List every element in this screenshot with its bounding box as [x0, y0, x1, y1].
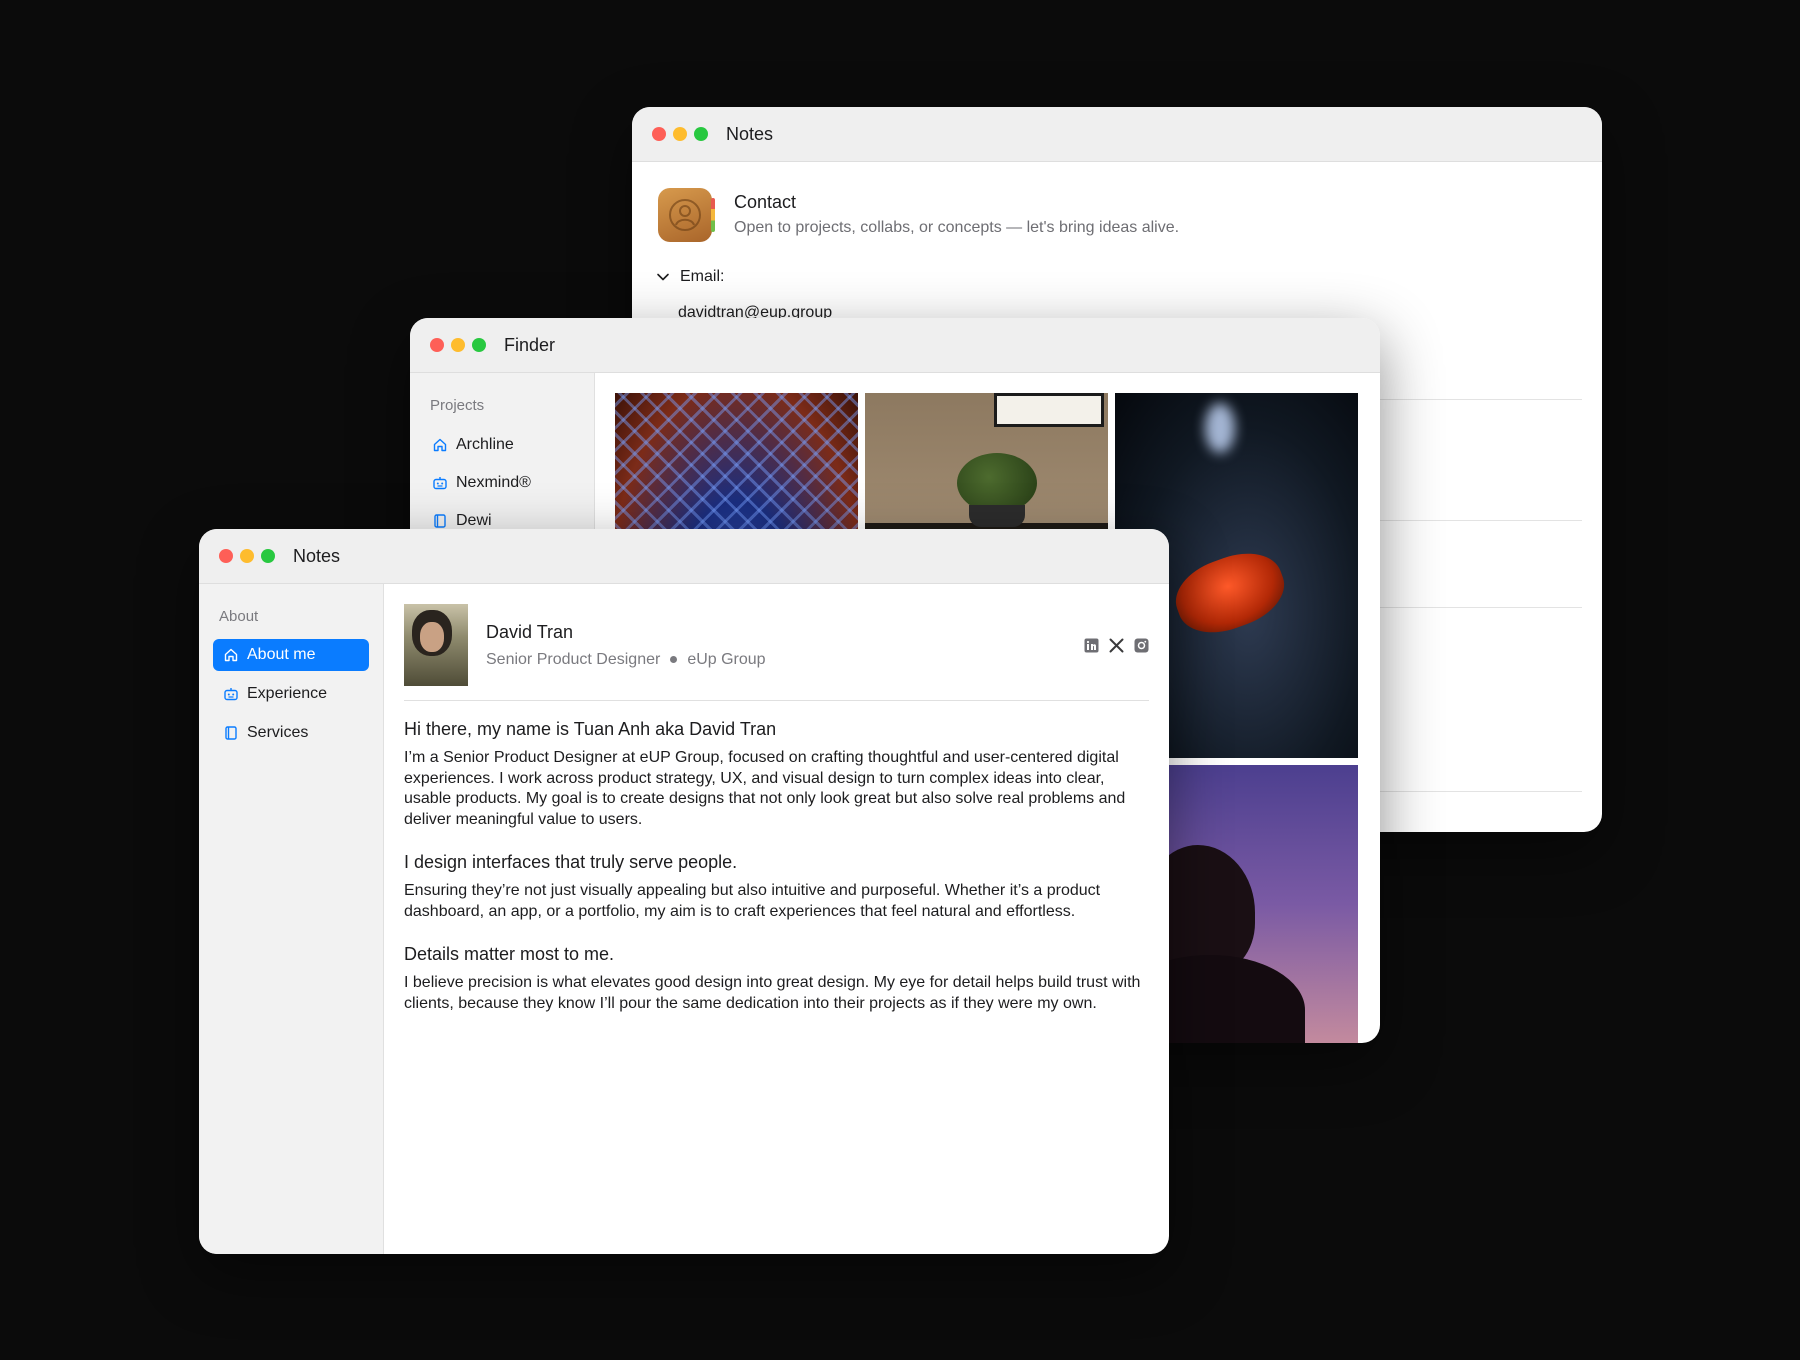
zoom-button[interactable]	[694, 127, 708, 141]
linkedin-icon[interactable]	[1084, 638, 1099, 653]
minimize-button[interactable]	[451, 338, 465, 352]
profile-role-line: Senior Product Designer eUp Group	[486, 651, 1084, 669]
social-links	[1084, 638, 1149, 653]
contact-subtitle: Open to projects, collabs, or concepts —…	[734, 219, 1180, 236]
minimize-button[interactable]	[240, 549, 254, 563]
sidebar-section-label: About	[219, 608, 259, 625]
instagram-icon[interactable]	[1134, 638, 1149, 653]
profile-name: David Tran	[486, 621, 574, 642]
avatar	[404, 604, 468, 686]
sidebar-item-label: Dewi	[456, 512, 492, 529]
zoom-button[interactable]	[261, 549, 275, 563]
sidebar-item-experience[interactable]: Experience	[213, 678, 369, 710]
profile-role: Senior Product Designer	[486, 650, 661, 668]
contact-heading: Contact	[734, 192, 797, 212]
home-icon	[433, 438, 447, 452]
titlebar[interactable]: Finder	[410, 318, 1380, 373]
sidebar-item-label: Experience	[247, 685, 328, 702]
section-body: I’m a Senior Product Designer at eUP Gro…	[404, 749, 1126, 828]
titlebar[interactable]: Notes	[632, 107, 1602, 162]
contacts-app-icon	[658, 188, 715, 242]
zoom-button[interactable]	[472, 338, 486, 352]
person-icon	[669, 199, 701, 231]
email-label: Email:	[680, 268, 725, 285]
separator-dot	[670, 656, 678, 663]
x-icon[interactable]	[1109, 638, 1124, 653]
section-body: I believe precision is what elevates goo…	[404, 974, 1141, 1012]
close-button[interactable]	[219, 549, 233, 563]
sidebar-item-services[interactable]: Services	[213, 717, 369, 749]
about-notes-window: Notes About About me Experience Services…	[199, 529, 1169, 1254]
close-button[interactable]	[430, 338, 444, 352]
chevron-down-icon	[657, 273, 669, 281]
about-sidebar: About About me Experience Services	[199, 584, 384, 1254]
sidebar-section-label: Projects	[430, 397, 485, 414]
book-icon	[225, 726, 237, 740]
bot-icon	[433, 477, 447, 490]
sidebar-item-label: About me	[247, 646, 316, 663]
sidebar-item-label: Services	[247, 724, 309, 741]
sidebar-item-nexmind[interactable]: Nexmind®	[410, 466, 594, 500]
window-title: Notes	[726, 123, 774, 144]
contact-header: Contact Open to projects, collabs, or co…	[632, 162, 1602, 242]
section-heading: I design interfaces that truly serve peo…	[404, 852, 738, 872]
traffic-lights	[652, 127, 708, 141]
about-article: Hi there, my name is Tuan Anh aka David …	[404, 701, 1149, 1014]
sidebar-item-label: Archline	[456, 436, 514, 453]
email-value[interactable]: davidtran@eup.group	[632, 286, 1602, 322]
bot-icon	[224, 688, 238, 701]
book-icon	[434, 514, 446, 528]
about-content: David Tran Senior Product Designer eUp G…	[384, 584, 1169, 1254]
sidebar-item-label: Nexmind®	[456, 474, 531, 491]
window-title: Notes	[293, 545, 341, 566]
minimize-button[interactable]	[673, 127, 687, 141]
section-heading: Details matter most to me.	[404, 944, 615, 964]
titlebar[interactable]: Notes	[199, 529, 1169, 584]
window-title: Finder	[504, 334, 556, 355]
section-heading: Hi there, my name is Tuan Anh aka David …	[404, 719, 777, 739]
contact-text: Contact Open to projects, collabs, or co…	[734, 188, 1179, 237]
section-body: Ensuring they’re not just visually appea…	[404, 882, 1101, 920]
home-icon	[224, 648, 238, 662]
traffic-lights	[430, 338, 486, 352]
email-disclosure[interactable]: Email:	[632, 242, 1602, 286]
profile-company: eUp Group	[687, 650, 766, 668]
traffic-lights	[219, 549, 275, 563]
sidebar-item-archline[interactable]: Archline	[410, 428, 594, 462]
sidebar-item-about-me[interactable]: About me	[213, 639, 369, 671]
profile-header: David Tran Senior Product Designer eUp G…	[404, 604, 1149, 701]
close-button[interactable]	[652, 127, 666, 141]
